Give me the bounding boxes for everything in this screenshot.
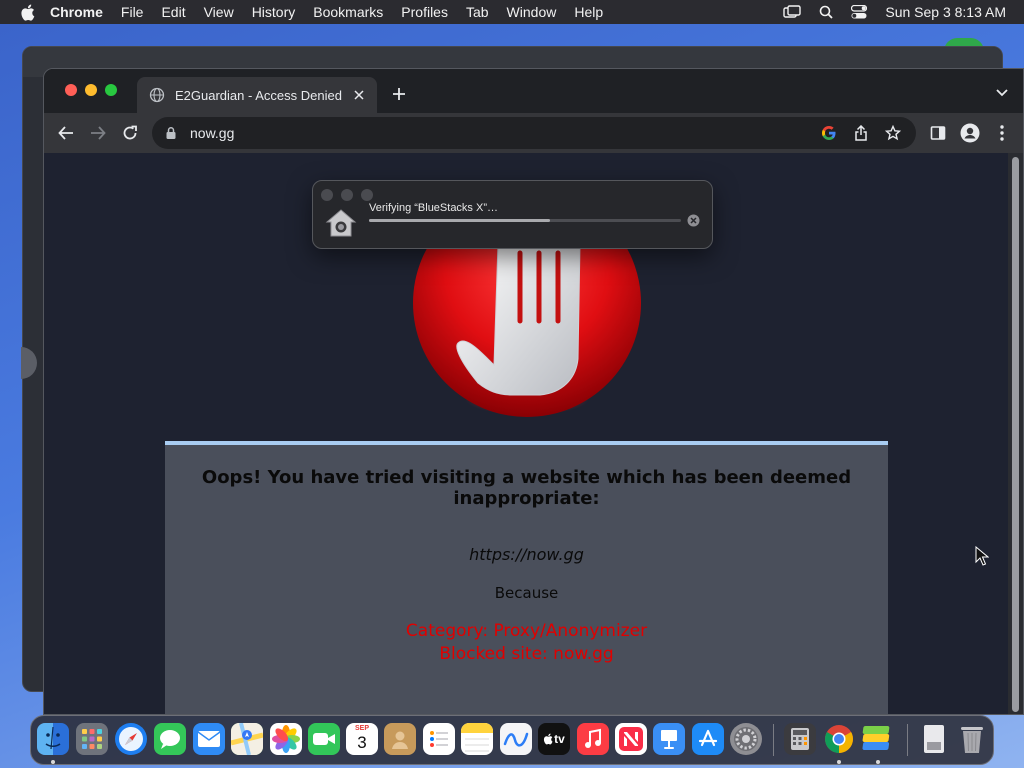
- cancel-verify-icon[interactable]: [687, 214, 700, 227]
- verifying-message: Verifying “BlueStacks X”…: [369, 202, 498, 214]
- window-zoom-button[interactable]: [105, 84, 117, 96]
- verify-progress-bar: [369, 219, 681, 222]
- screen-mirroring-icon[interactable]: [783, 5, 802, 19]
- menu-tab[interactable]: Tab: [466, 4, 489, 20]
- menu-profiles[interactable]: Profiles: [401, 4, 448, 20]
- reminders-icon[interactable]: [423, 723, 455, 755]
- mail-icon[interactable]: [193, 723, 225, 755]
- apple-tv-icon[interactable]: tv: [538, 723, 570, 755]
- blocked-site: Blocked site: now.gg: [439, 644, 614, 664]
- photos-icon[interactable]: [270, 723, 302, 755]
- bluestacks-running-dot: [876, 760, 880, 764]
- maps-icon[interactable]: [231, 723, 263, 755]
- reload-icon[interactable]: [119, 122, 141, 144]
- forward-arrow-icon[interactable]: [87, 122, 109, 144]
- window-minimize-button[interactable]: [85, 84, 97, 96]
- apple-menu-icon[interactable]: [18, 3, 36, 21]
- calendar-month: SEP: [354, 725, 369, 732]
- dialog-zoom-dot[interactable]: [361, 189, 373, 201]
- trash-icon[interactable]: [956, 723, 988, 755]
- menu-file[interactable]: File: [121, 4, 144, 20]
- calculator-icon[interactable]: [784, 723, 816, 755]
- stop-hand-icon: [413, 233, 641, 417]
- dialog-close-dot[interactable]: [321, 189, 333, 201]
- dock-separator: [773, 724, 774, 756]
- keynote-icon[interactable]: [653, 723, 685, 755]
- menu-view[interactable]: View: [204, 4, 234, 20]
- window-close-button[interactable]: [65, 84, 77, 96]
- finder-icon[interactable]: [37, 723, 69, 755]
- share-icon[interactable]: [852, 124, 870, 142]
- notes-icon[interactable]: [461, 723, 493, 755]
- dock-separator: [907, 724, 908, 756]
- block-message-panel: Oops! You have tried visiting a website …: [165, 441, 888, 714]
- menu-bookmarks[interactable]: Bookmarks: [313, 4, 383, 20]
- facetime-icon[interactable]: [308, 723, 340, 755]
- address-bar-url[interactable]: now.gg: [190, 125, 234, 141]
- contacts-icon[interactable]: [384, 723, 416, 755]
- globe-icon: [149, 87, 165, 103]
- freeform-icon[interactable]: [500, 723, 532, 755]
- lock-icon[interactable]: [164, 126, 178, 140]
- finder-running-dot: [51, 760, 55, 764]
- control-center-icon[interactable]: [851, 5, 868, 19]
- dialog-minimize-dot[interactable]: [341, 189, 353, 201]
- menu-help[interactable]: Help: [574, 4, 603, 20]
- music-icon[interactable]: [577, 723, 609, 755]
- news-icon[interactable]: [615, 723, 647, 755]
- side-panel-icon[interactable]: [927, 122, 949, 144]
- block-heading: Oops! You have tried visiting a website …: [201, 467, 852, 509]
- launchpad-icon[interactable]: [76, 723, 108, 755]
- menu-window[interactable]: Window: [507, 4, 557, 20]
- tab-strip: E2Guardian - Access Denied: [44, 69, 1023, 113]
- more-menu-icon[interactable]: [991, 122, 1013, 144]
- browser-toolbar: now.gg: [44, 113, 1023, 153]
- profile-avatar-icon[interactable]: [959, 122, 981, 144]
- menu-clock[interactable]: Sun Sep 3 8:13 AM: [885, 4, 1006, 20]
- tab-title: E2Guardian - Access Denied: [175, 87, 342, 103]
- dock: SEP 3 tv: [30, 715, 994, 765]
- blocked-url: https://now.gg: [469, 545, 584, 564]
- bookmark-star-icon[interactable]: [884, 124, 902, 142]
- system-settings-icon[interactable]: [730, 723, 762, 755]
- menu-app-name[interactable]: Chrome: [50, 4, 103, 20]
- new-tab-plus-icon[interactable]: [388, 83, 410, 105]
- page-scrollbar[interactable]: [1008, 153, 1023, 714]
- close-tab-icon[interactable]: [349, 85, 369, 105]
- safari-icon[interactable]: [115, 723, 147, 755]
- verifying-app-dialog: Verifying “BlueStacks X”…: [312, 180, 713, 249]
- app-store-icon[interactable]: [692, 723, 724, 755]
- chrome-running-dot: [837, 760, 841, 764]
- spotlight-search-icon[interactable]: [819, 5, 833, 19]
- chrome-window: E2Guardian - Access Denied now.gg Oops! …: [43, 68, 1024, 715]
- menu-edit[interactable]: Edit: [161, 4, 185, 20]
- chrome-icon[interactable]: [823, 723, 855, 755]
- verify-progress-fill: [369, 219, 550, 222]
- messages-icon[interactable]: [154, 723, 186, 755]
- scrollbar-thumb[interactable]: [1012, 157, 1019, 712]
- menu-history[interactable]: History: [252, 4, 296, 20]
- tab-access-denied[interactable]: E2Guardian - Access Denied: [137, 77, 377, 113]
- apple-tv-label: tv: [554, 732, 565, 746]
- calendar-icon[interactable]: SEP 3: [346, 723, 378, 755]
- back-arrow-icon[interactable]: [55, 122, 77, 144]
- address-bar[interactable]: now.gg: [152, 117, 916, 149]
- security-house-icon: [325, 209, 357, 237]
- mouse-pointer-icon: [975, 546, 989, 566]
- block-category: Category: Proxy/Anonymizer: [405, 621, 648, 641]
- menu-bar: Chrome File Edit View History Bookmarks …: [0, 0, 1024, 24]
- downloads-stack-icon[interactable]: [918, 723, 950, 755]
- tab-search-chevron-icon[interactable]: [995, 85, 1011, 101]
- bluestacks-icon[interactable]: [861, 723, 893, 755]
- google-lens-icon[interactable]: [820, 124, 838, 142]
- because-label: Because: [494, 584, 559, 602]
- calendar-day: 3: [357, 733, 367, 752]
- background-window-edge-handle: [21, 347, 37, 379]
